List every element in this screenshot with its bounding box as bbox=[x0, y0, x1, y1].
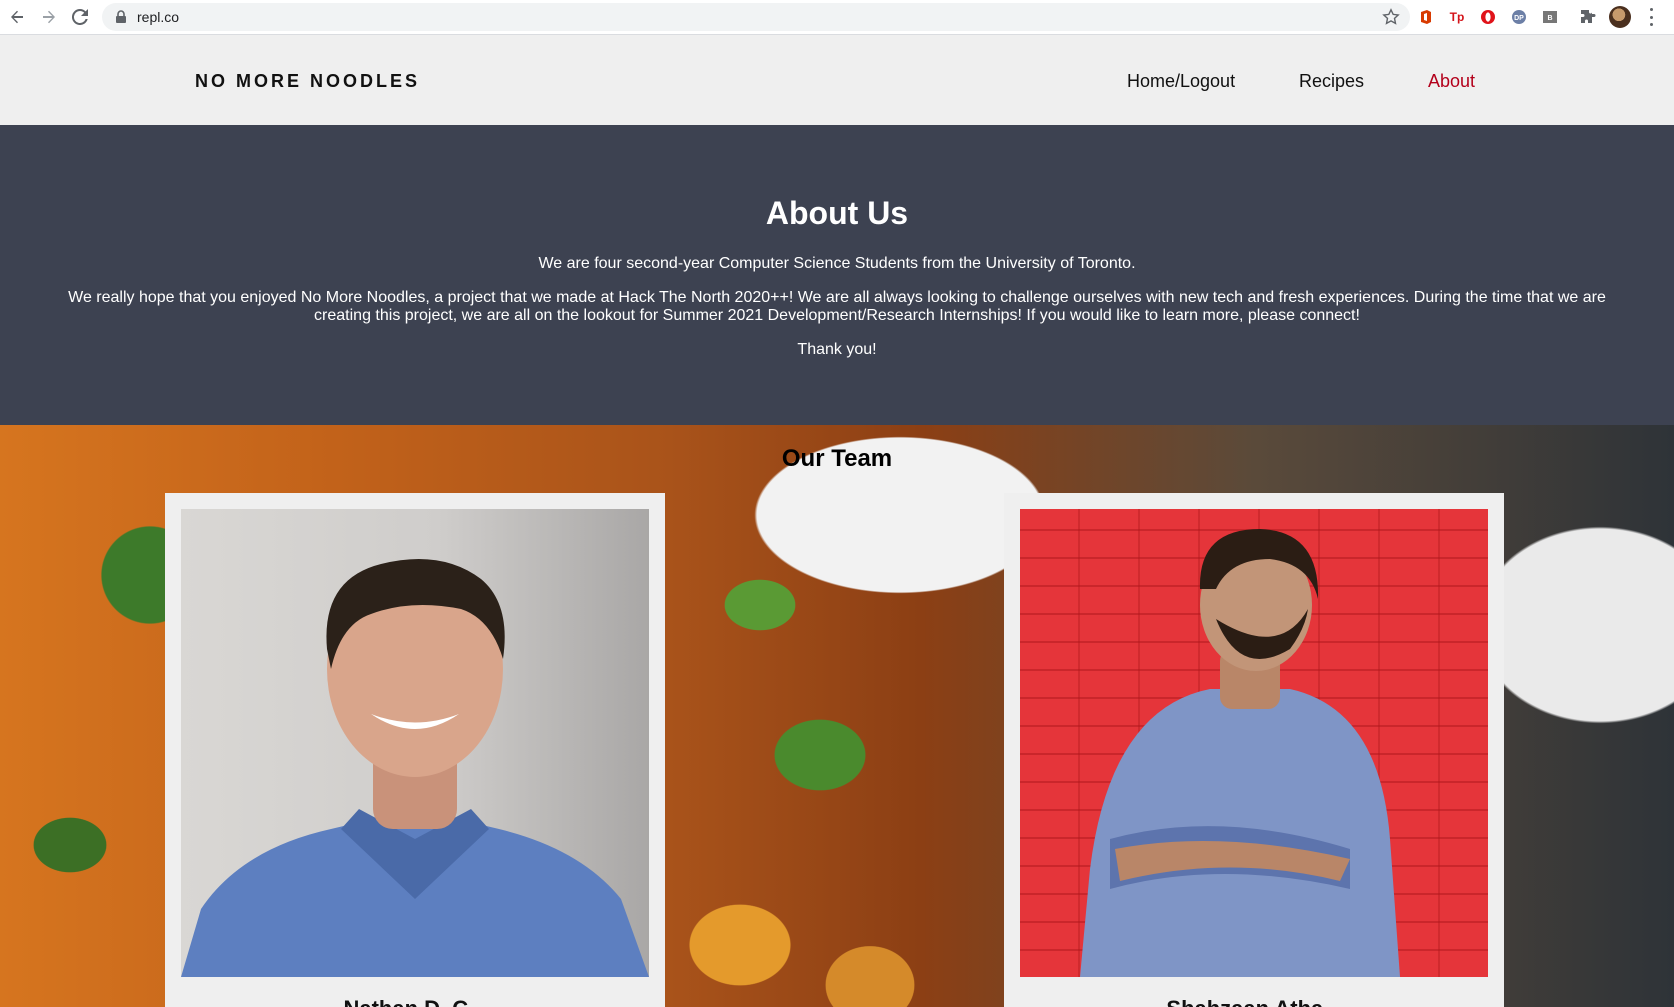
team-member-photo bbox=[181, 509, 649, 977]
about-section: About Us We are four second-year Compute… bbox=[0, 125, 1674, 425]
about-title: About Us bbox=[765, 195, 909, 231]
lock-icon[interactable] bbox=[114, 10, 128, 24]
team-section: Our Team Nathan D. C... bbox=[0, 425, 1674, 1007]
about-thanks-text: Thank you! bbox=[797, 341, 877, 358]
reload-icon[interactable] bbox=[69, 6, 91, 28]
tp-icon[interactable]: Tp bbox=[1447, 7, 1467, 27]
url-text[interactable]: repl.co bbox=[137, 9, 179, 25]
site-header: NO MORE NOODLES Home/Logout Recipes Abou… bbox=[0, 35, 1674, 125]
office-icon[interactable] bbox=[1416, 7, 1436, 27]
team-member-photo bbox=[1020, 509, 1488, 977]
extensions-icon[interactable] bbox=[1578, 7, 1598, 27]
team-member-card: Shahzaan Atha... bbox=[1004, 493, 1504, 1007]
svg-text:B: B bbox=[1547, 15, 1552, 22]
browser-toolbar: repl.co Tp DP B bbox=[0, 0, 1674, 35]
nav-link-recipes[interactable]: Recipes bbox=[1299, 71, 1364, 92]
opera-icon[interactable] bbox=[1478, 7, 1498, 27]
team-title: Our Team bbox=[781, 445, 893, 472]
back-icon[interactable] bbox=[6, 6, 28, 28]
star-icon[interactable] bbox=[1382, 8, 1400, 26]
forward-icon[interactable] bbox=[38, 6, 60, 28]
address-bar[interactable]: repl.co bbox=[102, 3, 1410, 31]
about-description-text: We really hope that you enjoyed No More … bbox=[68, 289, 1606, 324]
brand-logo[interactable]: NO MORE NOODLES bbox=[195, 71, 420, 92]
dp-icon[interactable]: DP bbox=[1509, 7, 1529, 27]
about-intro-text: We are four second-year Computer Science… bbox=[538, 255, 1136, 272]
nav-link-home-logout[interactable]: Home/Logout bbox=[1127, 71, 1235, 92]
kebab-menu-icon[interactable] bbox=[1648, 8, 1654, 26]
team-member-name: Shahzaan Atha... bbox=[1004, 996, 1504, 1007]
nav-link-about[interactable]: About bbox=[1428, 71, 1475, 92]
team-member-name: Nathan D. C... bbox=[165, 996, 665, 1007]
bx-icon[interactable]: B bbox=[1540, 7, 1560, 27]
svg-text:DP: DP bbox=[1514, 15, 1524, 22]
avatar[interactable] bbox=[1609, 6, 1631, 28]
team-member-card: Nathan D. C... bbox=[165, 493, 665, 1007]
